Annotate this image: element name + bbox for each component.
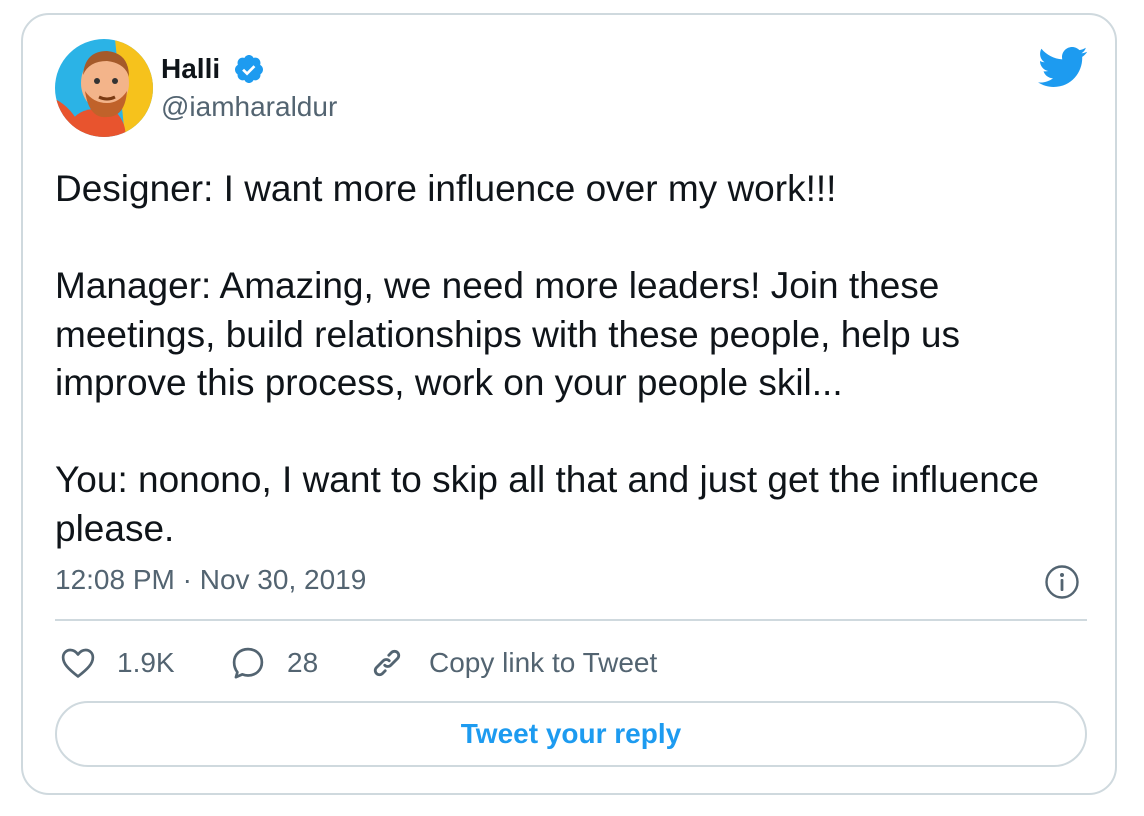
tweet-your-reply-button[interactable]: Tweet your reply [55, 701, 1087, 767]
link-icon [373, 649, 401, 677]
twitter-bird-icon[interactable] [1036, 45, 1088, 89]
info-icon[interactable] [1044, 564, 1080, 600]
avatar[interactable] [55, 39, 153, 137]
author-handle[interactable]: @iamharaldur [161, 91, 337, 123]
reply-button[interactable]: 28 [231, 643, 318, 683]
tweet-paragraph: You: nonono, I want to skip all that and… [55, 459, 1039, 549]
copy-link-button[interactable]: Copy link to Tweet [369, 643, 657, 683]
copy-link-label: Copy link to Tweet [429, 647, 658, 678]
like-count: 1.9K [117, 647, 175, 678]
tweet-timestamp[interactable]: 12:08 PM · Nov 30, 2019 [55, 563, 366, 597]
like-button[interactable]: 1.9K [61, 643, 175, 683]
tweet-card: Halli @iamharaldur Designer: I want more… [21, 13, 1117, 795]
reply-count: 28 [287, 647, 319, 678]
verified-badge-icon [233, 53, 265, 85]
avatar-illustration [55, 39, 153, 137]
tweet-paragraph: Manager: Amazing, we need more leaders! … [55, 265, 961, 403]
tweet-text: Designer: I want more influence over my … [55, 165, 1065, 553]
author-name[interactable]: Halli [161, 53, 220, 85]
divider [55, 619, 1087, 621]
reply-bubble-icon [232, 647, 264, 679]
tweet-paragraph: Designer: I want more influence over my … [55, 168, 837, 209]
heart-icon [61, 648, 95, 678]
